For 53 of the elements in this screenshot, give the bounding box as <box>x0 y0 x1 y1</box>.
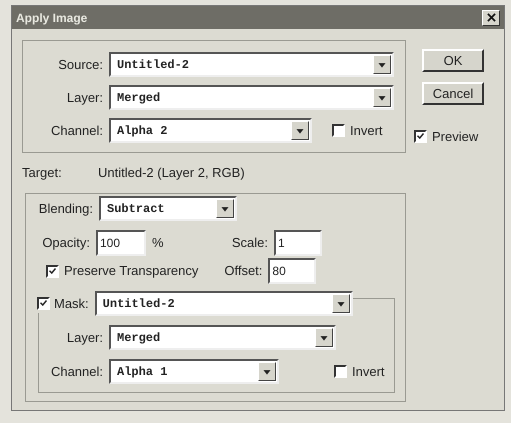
input-field[interactable]: 100 <box>96 230 146 256</box>
checkbox[interactable] <box>332 124 345 137</box>
checkbox[interactable] <box>334 365 347 378</box>
dropdown-value: Untitled-2 <box>102 296 176 312</box>
caret-icon <box>258 362 276 381</box>
dropdown[interactable]: Merged <box>109 325 336 350</box>
dropdown[interactable]: Untitled-2 <box>94 291 353 316</box>
caret-icon <box>332 294 350 313</box>
dropdown[interactable]: Subtract <box>99 196 237 221</box>
window-title: Apply Image <box>16 10 88 26</box>
caret-icon <box>216 199 234 218</box>
dialog-button[interactable]: Cancel <box>422 82 484 105</box>
dialog-button[interactable]: OK <box>422 49 484 72</box>
unit-label: % <box>152 234 165 252</box>
field-label: Channel: <box>50 362 104 381</box>
dropdown-value: Alpha 2 <box>116 122 168 140</box>
checkbox[interactable] <box>46 264 59 278</box>
target-label: Target: <box>22 164 63 182</box>
field-label: Opacity: <box>41 234 91 252</box>
field-label: Channel: <box>50 122 104 140</box>
input-field[interactable]: 1 <box>274 230 322 256</box>
checkbox-label: Preview <box>432 128 478 146</box>
caret-icon <box>373 88 391 107</box>
dropdown[interactable]: Untitled-2 <box>109 52 394 77</box>
dropdown-value: Merged <box>116 90 162 106</box>
checkbox[interactable] <box>37 297 50 310</box>
dropdown-value: Subtract <box>106 200 166 218</box>
field-label: Layer: <box>66 88 104 107</box>
field-label: Source: <box>57 56 104 74</box>
dropdown[interactable]: Alpha 2 <box>109 118 312 143</box>
caret-icon <box>315 328 333 347</box>
checkbox-label: Invert <box>352 362 385 381</box>
checkbox-label: Invert <box>350 122 383 140</box>
dropdown[interactable]: Alpha 1 <box>109 359 279 384</box>
field-label: Layer: <box>66 328 104 347</box>
close-button[interactable] <box>482 10 500 26</box>
field-label: Scale: <box>230 234 269 252</box>
target-value: Untitled-2 (Layer 2, RGB) <box>98 164 245 182</box>
dropdown[interactable]: Merged <box>109 85 394 110</box>
checkbox-label: Preserve Transparency <box>64 262 198 280</box>
input-field[interactable]: 80 <box>268 258 316 284</box>
caret-icon <box>291 121 309 140</box>
checkmark-icon <box>48 266 57 276</box>
caret-icon <box>373 55 391 74</box>
dropdown-value: Untitled-2 <box>116 56 190 74</box>
checkbox[interactable] <box>414 130 427 144</box>
dropdown-value: Merged <box>116 330 162 346</box>
field-label: Blending: <box>38 200 94 218</box>
checkmark-icon <box>39 298 48 309</box>
field-label: Mask: <box>54 294 89 313</box>
field-label: Offset: <box>223 262 264 280</box>
close-icon <box>486 13 496 22</box>
dropdown-value: Alpha 1 <box>116 364 168 380</box>
